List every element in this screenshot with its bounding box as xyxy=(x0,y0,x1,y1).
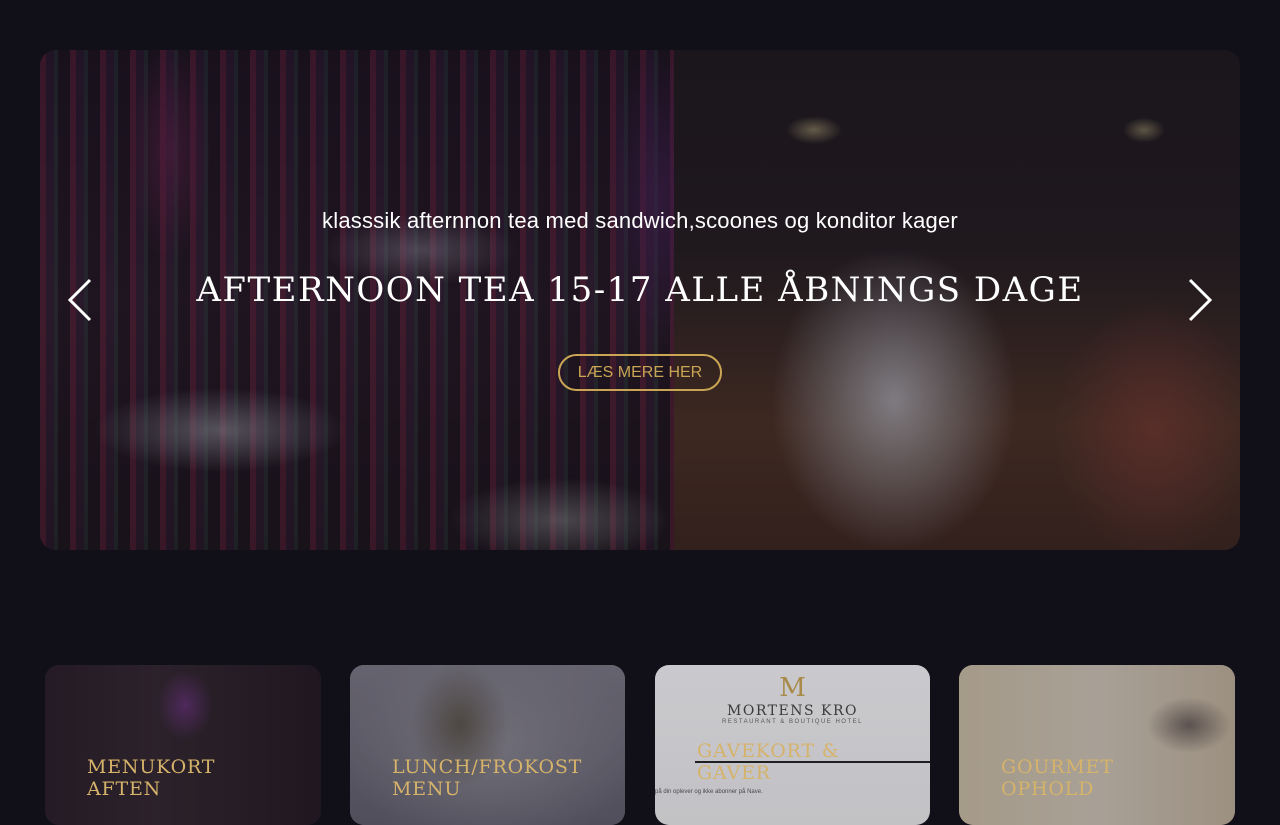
chevron-left-icon xyxy=(67,278,92,322)
card-title: GAVEKORT & GAVER xyxy=(697,740,840,784)
card-overlay xyxy=(350,665,625,825)
card-overlay xyxy=(959,665,1235,825)
hero-subtitle: klasssik afternnon tea med sandwich,scoo… xyxy=(322,208,958,233)
card-gavekort[interactable]: M MORTENS KRO RESTAURANT & BOUTIQUE HOTE… xyxy=(655,665,930,825)
card-lunch-menu[interactable]: LUNCH/FROKOST MENU xyxy=(350,665,625,825)
card-gourmet-ophold[interactable]: GOURMET OPHOLD xyxy=(959,665,1235,825)
next-slide-button[interactable] xyxy=(1180,275,1220,325)
feature-cards: MENUKORT AFTEN LUNCH/FROKOST MENU M MORT… xyxy=(45,665,1235,825)
hero-slider: klasssik afternnon tea med sandwich,scoo… xyxy=(40,50,1240,550)
card-title: GOURMET OPHOLD xyxy=(1001,756,1114,800)
read-more-button[interactable]: LÆS MERE HER xyxy=(558,354,722,391)
card-menukort-aften[interactable]: MENUKORT AFTEN xyxy=(45,665,321,825)
prev-slide-button[interactable] xyxy=(60,275,100,325)
card-title: LUNCH/FROKOST MENU xyxy=(392,756,583,800)
card-title: MENUKORT AFTEN xyxy=(87,756,216,800)
hero-title: AFTERNOON TEA 15-17 ALLE ÅBNINGS DAGE xyxy=(196,270,1084,310)
chevron-right-icon xyxy=(1188,278,1213,322)
hero-slide-content: klasssik afternnon tea med sandwich,scoo… xyxy=(40,50,1240,550)
card-overlay xyxy=(45,665,321,825)
